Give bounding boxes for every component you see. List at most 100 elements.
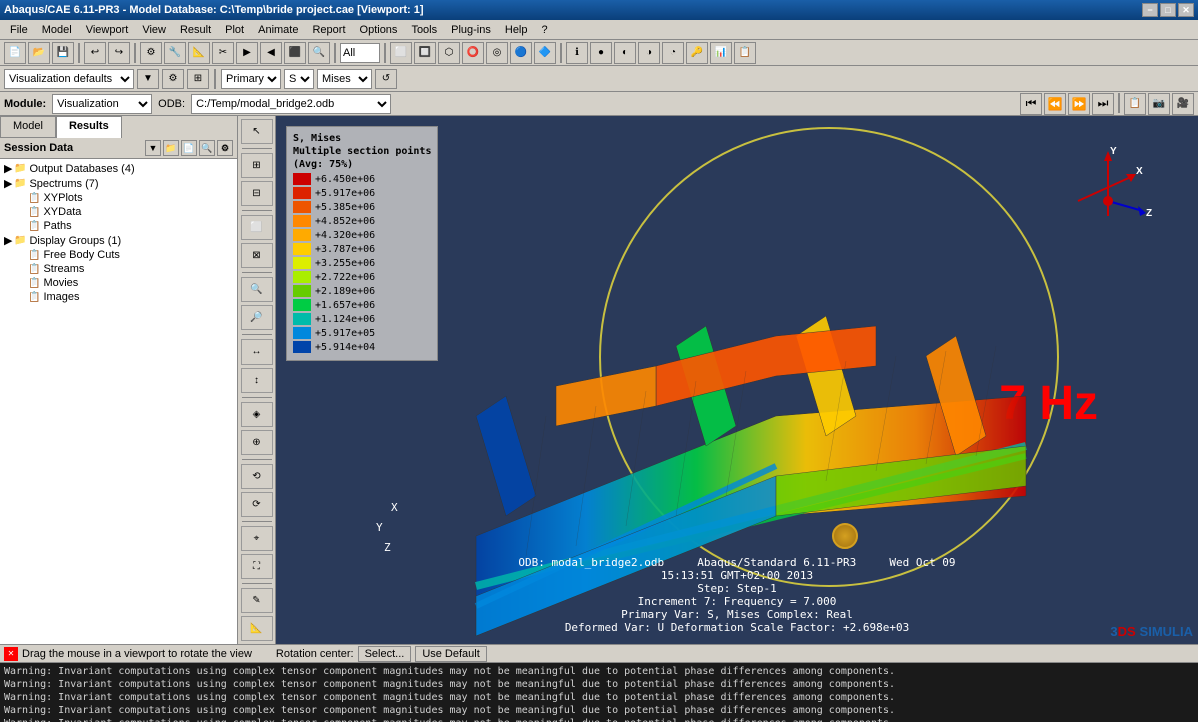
- tree-item[interactable]: 📋Movies: [2, 276, 235, 290]
- menu-model[interactable]: Model: [36, 22, 78, 38]
- minimize-button[interactable]: −: [1142, 3, 1158, 17]
- toolbar2-settings[interactable]: ⚙: [162, 69, 184, 89]
- toolbar-save[interactable]: 💾: [52, 42, 74, 64]
- toolbar-b15[interactable]: 🔷: [534, 42, 556, 64]
- menu-help[interactable]: Help: [499, 22, 534, 38]
- vtool-b5[interactable]: 🔍: [241, 277, 273, 302]
- menu-animate[interactable]: Animate: [252, 22, 304, 38]
- tree-item[interactable]: 📋Paths: [2, 219, 235, 233]
- vtool-b6[interactable]: 🔎: [241, 305, 273, 330]
- use-default-button[interactable]: Use Default: [415, 646, 486, 662]
- module-select[interactable]: Visualization: [52, 94, 152, 114]
- session-btn5[interactable]: ⚙: [217, 140, 233, 156]
- tree-item[interactable]: 📋Streams: [2, 262, 235, 276]
- toolbar-c1[interactable]: ●: [590, 42, 612, 64]
- toolbar-b13[interactable]: ◎: [486, 42, 508, 64]
- vtool-b11[interactable]: ⟲: [241, 464, 273, 489]
- tab-model[interactable]: Model: [0, 116, 56, 138]
- vtool-b10[interactable]: ⊕: [241, 430, 273, 455]
- menu-question[interactable]: ?: [536, 22, 554, 38]
- toolbar2-layers[interactable]: ⊞: [187, 69, 209, 89]
- toolbar-b14[interactable]: 🔵: [510, 42, 532, 64]
- menu-tools[interactable]: Tools: [405, 22, 443, 38]
- toolbar-c3[interactable]: ◑: [638, 42, 660, 64]
- toolbar-open[interactable]: 📂: [28, 42, 50, 64]
- toolbar-b4[interactable]: ✂: [212, 42, 234, 64]
- toolbar-c6[interactable]: 📊: [710, 42, 732, 64]
- viewport[interactable]: S, MisesMultiple section points(Avg: 75%…: [276, 116, 1198, 644]
- session-btn3[interactable]: 📄: [181, 140, 197, 156]
- toolbar-c4[interactable]: ◔: [662, 42, 684, 64]
- vtool-b14[interactable]: ⛶: [241, 554, 273, 579]
- toolbar-c7[interactable]: 📋: [734, 42, 756, 64]
- toolbar-b2[interactable]: 🔧: [164, 42, 186, 64]
- toolbar-info[interactable]: ℹ: [566, 42, 588, 64]
- toolbar-c2[interactable]: ◐: [614, 42, 636, 64]
- vtool-b12[interactable]: ⟳: [241, 492, 273, 517]
- play-fwd[interactable]: ⏩: [1068, 93, 1090, 115]
- copy-btn[interactable]: 📋: [1124, 93, 1146, 115]
- toolbar-b1[interactable]: ⚙: [140, 42, 162, 64]
- viz-defaults-select[interactable]: Visualization defaults: [4, 69, 134, 89]
- all-input[interactable]: [340, 43, 380, 63]
- toolbar-b7[interactable]: ⬛: [284, 42, 306, 64]
- toolbar-redo[interactable]: ↪: [108, 42, 130, 64]
- toolbar2-refresh[interactable]: ↺: [375, 69, 397, 89]
- vtool-b13[interactable]: ⌖: [241, 526, 273, 551]
- toolbar-b11[interactable]: ⬡: [438, 42, 460, 64]
- menu-result[interactable]: Result: [174, 22, 217, 38]
- toolbar-b10[interactable]: 🔲: [414, 42, 436, 64]
- tab-results[interactable]: Results: [56, 116, 122, 138]
- camera-btn[interactable]: 📷: [1148, 93, 1170, 115]
- vtool-b8[interactable]: ↕: [241, 368, 273, 393]
- vtool-b9[interactable]: ◈: [241, 402, 273, 427]
- menu-file[interactable]: File: [4, 22, 34, 38]
- odb-select[interactable]: C:/Temp/modal_bridge2.odb: [191, 94, 391, 114]
- tree-item[interactable]: ▶📁Output Databases (4): [2, 161, 235, 176]
- tree-item[interactable]: 📋Free Body Cuts: [2, 248, 235, 262]
- vtool-b15[interactable]: ✎: [241, 588, 273, 613]
- vtool-b4[interactable]: ⊠: [241, 243, 273, 268]
- toolbar-b6[interactable]: ◀: [260, 42, 282, 64]
- toolbar2-btn1[interactable]: ▼: [137, 69, 159, 89]
- toolbar-b5[interactable]: ▶: [236, 42, 258, 64]
- session-btn4[interactable]: 🔍: [199, 140, 215, 156]
- menu-viewport[interactable]: Viewport: [80, 22, 135, 38]
- toolbar-b3[interactable]: 📐: [188, 42, 210, 64]
- toolbar-new[interactable]: 📄: [4, 42, 26, 64]
- session-btn1[interactable]: ▼: [145, 140, 161, 156]
- vtool-b2[interactable]: ⊟: [241, 181, 273, 206]
- vtool-cursor[interactable]: ↖: [241, 119, 273, 144]
- primary-select[interactable]: Primary: [221, 69, 281, 89]
- video-btn[interactable]: 🎥: [1172, 93, 1194, 115]
- tree-item[interactable]: 📋Images: [2, 290, 235, 304]
- mises-select[interactable]: Mises: [317, 69, 372, 89]
- tree-item[interactable]: ▶📁Display Groups (1): [2, 233, 235, 248]
- rotate-control[interactable]: [832, 523, 858, 549]
- status-stop-icon[interactable]: ✕: [4, 647, 18, 661]
- tree-item[interactable]: 📋XYData: [2, 205, 235, 219]
- toolbar-c5[interactable]: 🔑: [686, 42, 708, 64]
- menu-plot[interactable]: Plot: [219, 22, 250, 38]
- menu-view[interactable]: View: [136, 22, 172, 38]
- s-select[interactable]: S: [284, 69, 314, 89]
- vtool-b7[interactable]: ↔: [241, 339, 273, 364]
- vtool-b3[interactable]: ⬜: [241, 215, 273, 240]
- menu-options[interactable]: Options: [354, 22, 404, 38]
- toolbar-b8[interactable]: 🔍: [308, 42, 330, 64]
- vtool-b16[interactable]: 📐: [241, 616, 273, 641]
- close-button[interactable]: ✕: [1178, 3, 1194, 17]
- play-last[interactable]: ⏭: [1092, 93, 1114, 115]
- toolbar-b12[interactable]: ⭕: [462, 42, 484, 64]
- session-btn2[interactable]: 📁: [163, 140, 179, 156]
- select-button[interactable]: Select...: [358, 646, 412, 662]
- tree-item[interactable]: 📋XYPlots: [2, 191, 235, 205]
- toolbar-undo[interactable]: ↩: [84, 42, 106, 64]
- maximize-button[interactable]: □: [1160, 3, 1176, 17]
- tree-item[interactable]: ▶📁Spectrums (7): [2, 176, 235, 191]
- toolbar-b9[interactable]: ⬜: [390, 42, 412, 64]
- vtool-b1[interactable]: ⊞: [241, 153, 273, 178]
- menu-plugins[interactable]: Plug-ins: [445, 22, 497, 38]
- play-prev[interactable]: ⏪: [1044, 93, 1066, 115]
- menu-report[interactable]: Report: [306, 22, 351, 38]
